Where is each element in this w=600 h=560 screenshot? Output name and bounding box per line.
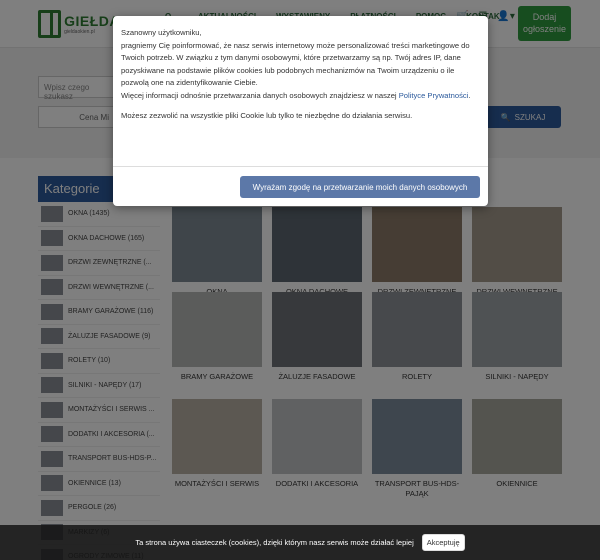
privacy-policy-link[interactable]: Polityce Prywatności [399,91,469,100]
cookie-bar: Ta strona używa ciasteczek (cookies), dz… [0,525,600,560]
cookie-bar-text: Ta strona używa ciasteczek (cookies), dz… [135,538,414,547]
modal-divider [113,166,488,167]
modal-text-personalization: pragniemy Cię poinformować, że nasz serw… [121,40,470,88]
accept-personal-data-button[interactable]: Wyrażam zgodę na przetwarzanie moich dan… [240,176,480,198]
modal-text-cookies: Możesz zezwolić na wszystkie pliki Cooki… [121,110,413,120]
cookie-accept-button[interactable]: Akceptuję [421,534,465,551]
modal-text-privacy: Więcej informacji odnośnie przetwarzania… [121,90,471,100]
privacy-consent-modal: Szanowny użytkowniku, pragniemy Cię poin… [113,16,488,206]
modal-greeting: Szanowny użytkowniku, [121,28,202,37]
